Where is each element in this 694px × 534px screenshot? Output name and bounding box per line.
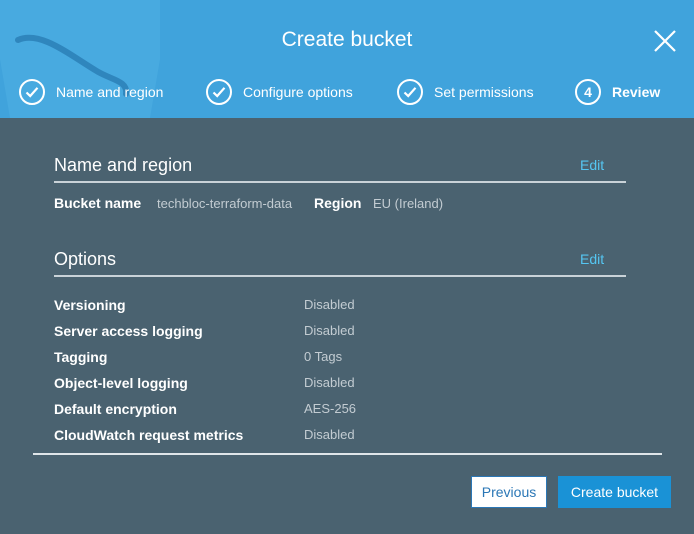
option-row-value: Disabled [304,323,355,338]
step-label: Set permissions [434,84,534,100]
step-name-and-region[interactable]: Name and region [19,76,163,108]
option-row-value: Disabled [304,375,355,390]
step-label: Configure options [243,84,353,100]
region-value: EU (Ireland) [373,196,444,211]
option-row-label: Default encryption [54,401,177,417]
step-number: 4 [584,84,592,100]
step-label: Review [612,84,661,100]
option-row-label: Object-level logging [54,375,188,391]
step-set-permissions[interactable]: Set permissions [397,76,534,108]
option-row-value: Disabled [304,297,355,312]
footer-divider [33,453,662,455]
options-title: Options [54,249,117,269]
dialog-header: Create bucket Name and region Configure … [0,0,694,118]
divider [54,275,626,277]
create-bucket-button[interactable]: Create bucket [558,476,671,508]
close-icon[interactable] [652,28,678,54]
region-label: Region [314,195,362,211]
bucket-name-label: Bucket name [54,195,142,211]
previous-button[interactable]: Previous [471,476,547,508]
option-row-label: Tagging [54,349,108,365]
name-region-title: Name and region [54,155,193,175]
options-edit-link[interactable]: Edit [580,251,604,267]
option-row-label: CloudWatch request metrics [54,427,244,443]
option-row-value: Disabled [304,427,355,442]
wizard-steps: Name and region Configure options Set pe… [0,76,694,108]
check-circle-icon [397,79,423,105]
step-label: Name and region [56,84,164,100]
option-row-value: AES-256 [304,401,357,416]
check-circle-icon [206,79,232,105]
option-row-label: Server access logging [54,323,203,339]
name-region-edit-link[interactable]: Edit [580,157,604,173]
bucket-name-value: techbloc-terraform-data [157,196,293,211]
divider [54,181,626,183]
step-number-badge: 4 [575,79,601,105]
option-row-value: 0 Tags [304,349,343,364]
dialog-title: Create bucket [281,28,413,51]
check-circle-icon [19,79,45,105]
option-row-label: Versioning [54,297,126,313]
step-review[interactable]: 4 Review [575,76,660,108]
step-configure-options[interactable]: Configure options [206,76,353,108]
